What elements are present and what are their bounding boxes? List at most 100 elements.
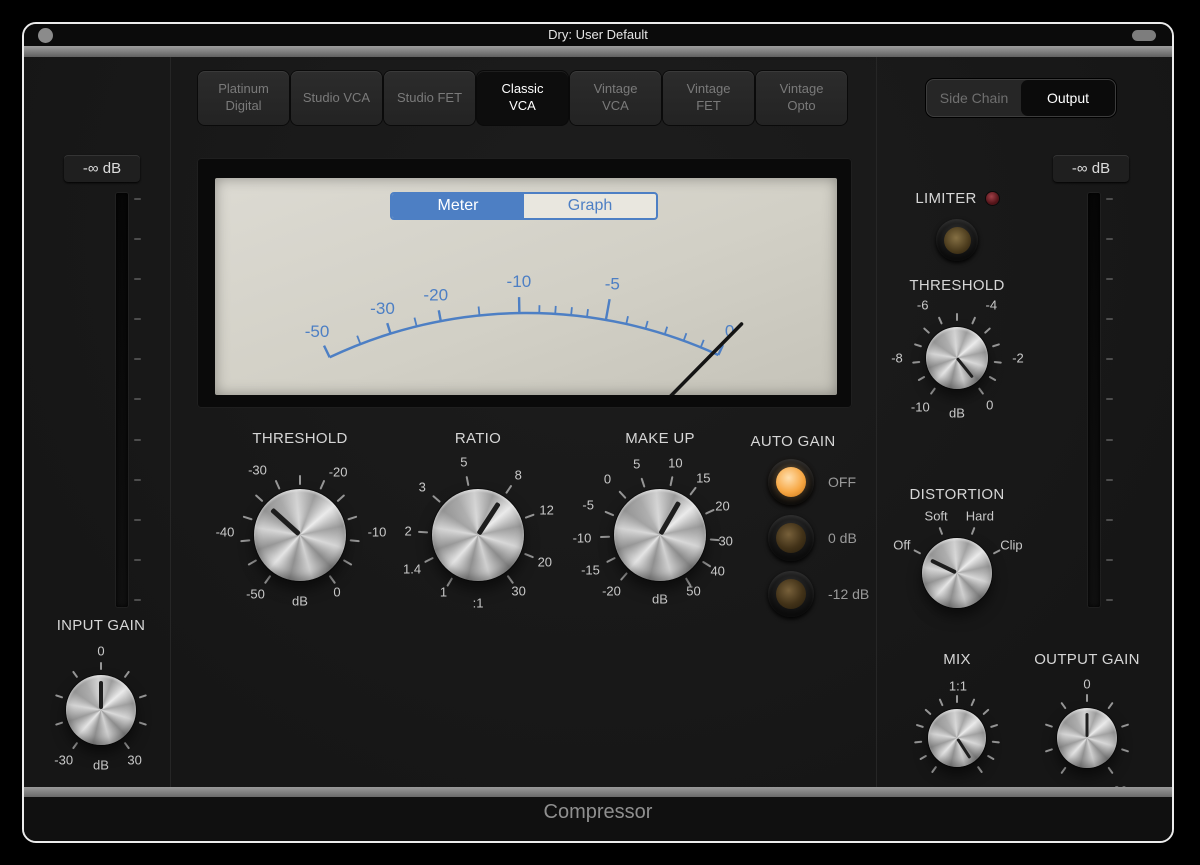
knob-scale-label: 1:1 <box>948 678 967 694</box>
meter-tick <box>134 278 141 281</box>
knob-tick <box>922 327 931 334</box>
knob-pointer <box>1085 713 1089 738</box>
meter-tick <box>1106 438 1113 441</box>
auto-gain-button[interactable] <box>768 515 814 561</box>
knob-tick <box>977 387 985 395</box>
knob-pointer <box>658 501 682 536</box>
knob-scale-label: 20 <box>537 554 553 570</box>
meter-tick <box>134 318 141 321</box>
vu-scale-label: -10 <box>507 272 532 291</box>
knob-pointer <box>930 558 958 575</box>
model-tab-label: Studio VCA <box>302 89 371 105</box>
knob-tick <box>1086 694 1088 702</box>
knob-scale-label: -8 <box>891 350 903 366</box>
vu-meter-box: -50 -30 -20 -10 -5 0 Meter Graph <box>197 158 852 408</box>
auto-gain-lamp <box>776 467 806 497</box>
knob-scale-label: Clip <box>1000 537 1023 553</box>
ratio-knob[interactable] <box>432 489 524 581</box>
meter-tick <box>134 438 141 441</box>
input-level-readout[interactable]: -∞ dB <box>64 155 140 182</box>
knob-scale-label: -15 <box>581 562 600 578</box>
knob-tick <box>669 476 674 487</box>
meter-tick <box>134 518 141 521</box>
output-level-readout[interactable]: -∞ dB <box>1053 155 1129 182</box>
threshold-knob[interactable] <box>254 489 346 581</box>
knob-scale-label: 5 <box>460 454 468 470</box>
mix-knob[interactable] <box>928 709 986 767</box>
knob-tick <box>689 486 697 496</box>
model-tab[interactable]: Classic VCA <box>477 71 568 125</box>
knob-tick <box>971 316 977 325</box>
knob-scale-label: 3 <box>418 479 426 494</box>
footer-bar: Compressor <box>24 797 1172 841</box>
output-meter-bar <box>1088 193 1100 607</box>
knob-scale-label: Soft <box>924 508 948 524</box>
model-tab[interactable]: Vintage FET <box>663 71 754 125</box>
knob-scale-label: -20 <box>328 464 348 480</box>
knob-tick <box>919 754 928 761</box>
meter-tick <box>1106 478 1113 481</box>
knob-scale-label: -30 <box>54 752 74 767</box>
auto-gain-button[interactable] <box>768 571 814 617</box>
auto-gain-button[interactable] <box>768 459 814 505</box>
knob-tick <box>319 479 326 490</box>
threshold-knob-group: -50 -40 -30 -20 -10 0 dB <box>200 435 400 635</box>
knob-scale-label: -30 <box>248 462 267 478</box>
knob-pointer <box>476 501 501 536</box>
model-tab[interactable]: Platinum Digital <box>198 71 289 125</box>
knob-scale-label: 1 <box>439 584 448 600</box>
vu-view-tab[interactable]: Meter <box>392 194 524 218</box>
output-gain-knob[interactable] <box>1057 708 1117 768</box>
distortion-knob[interactable] <box>922 538 992 608</box>
knob-tick <box>619 572 628 581</box>
knob-tick <box>336 494 346 503</box>
model-tab-label: Platinum Digital <box>218 81 269 113</box>
limiter-title: LIMITER <box>915 190 977 207</box>
vu-view-tab[interactable]: Graph <box>524 194 656 218</box>
limiter-threshold-knob[interactable] <box>926 327 988 389</box>
knob-tick <box>247 559 258 566</box>
model-tab-label: Vintage VCA <box>593 81 638 113</box>
knob-scale-label: 0 <box>333 584 341 600</box>
model-tab[interactable]: Vintage Opto <box>756 71 847 125</box>
meter-tick <box>1106 238 1113 241</box>
view-switch-tab[interactable]: Side Chain <box>927 80 1021 116</box>
knob-scale-label: -2 <box>1012 350 1024 366</box>
view-switch-label: Output <box>1046 90 1090 106</box>
knob-tick <box>505 484 513 495</box>
meter-tick <box>1106 278 1113 281</box>
window-link-button[interactable] <box>1132 30 1156 41</box>
knob-scale-label: 15 <box>696 470 711 485</box>
meter-tick <box>134 598 141 601</box>
title-bar: Dry: User Default <box>24 24 1172 46</box>
meter-tick <box>1106 318 1113 321</box>
model-tab[interactable]: Studio FET <box>384 71 475 125</box>
model-tab[interactable]: Vintage VCA <box>570 71 661 125</box>
knob-scale-label: Hard <box>965 508 994 524</box>
meter-tick <box>1106 398 1113 401</box>
knob-tick <box>976 765 984 774</box>
knob-scale-label: 12 <box>539 502 554 518</box>
meter-tick <box>1106 358 1113 361</box>
knob-tick <box>55 694 64 699</box>
input-gain-knob[interactable] <box>66 675 136 745</box>
knob-tick <box>55 721 64 726</box>
input-gain-knob-group: 0 -30 30 dB <box>24 630 181 790</box>
knob-scale-label: -10 <box>910 399 930 415</box>
make-up-knob[interactable] <box>614 489 706 581</box>
output-level-meter <box>1026 193 1113 607</box>
model-tab[interactable]: Studio VCA <box>291 71 382 125</box>
knob-scale-label: dB <box>949 405 965 421</box>
meter-tick <box>1106 518 1113 521</box>
vu-meter-face: -50 -30 -20 -10 -5 0 Meter Graph <box>215 178 837 395</box>
knob-tick <box>937 316 943 325</box>
vu-scale-label: -30 <box>370 299 395 318</box>
knob-tick <box>446 577 454 587</box>
auto-gain-lamp <box>776 579 806 609</box>
meter-tick <box>134 198 141 200</box>
limiter-button[interactable] <box>936 219 978 261</box>
knob-tick <box>983 327 992 334</box>
knob-tick <box>604 510 615 517</box>
view-switch-tab[interactable]: Output <box>1021 80 1115 116</box>
knob-scale-label: -4 <box>985 297 998 313</box>
